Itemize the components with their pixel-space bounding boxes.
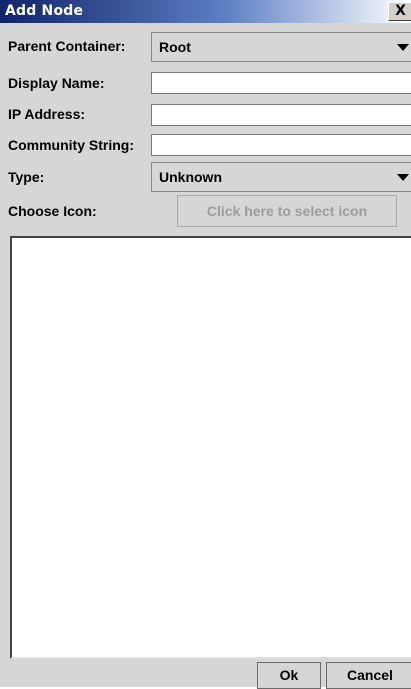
title-bar[interactable]: Add Node X xyxy=(0,0,411,23)
ok-button[interactable]: Ok xyxy=(257,662,321,689)
window-title: Add Node xyxy=(5,3,84,19)
type-value: Unknown xyxy=(159,169,222,185)
chevron-down-icon[interactable] xyxy=(397,174,409,181)
community-string-field[interactable] xyxy=(151,134,411,156)
icon-preview-area xyxy=(10,236,411,659)
select-icon-button[interactable]: Click here to select icon xyxy=(177,195,397,227)
parent-container-label: Parent Container: xyxy=(8,38,126,54)
add-node-dialog: Add Node X Parent Container: Root Displa… xyxy=(0,0,411,689)
cancel-button[interactable]: Cancel xyxy=(326,662,411,689)
ip-address-field[interactable] xyxy=(151,104,411,126)
type-select[interactable]: Unknown xyxy=(151,162,411,192)
close-icon: X xyxy=(395,3,406,19)
ip-address-label: IP Address: xyxy=(8,106,86,122)
display-name-label: Display Name: xyxy=(8,75,105,91)
type-label: Type: xyxy=(8,169,45,185)
parent-container-value: Root xyxy=(159,39,191,55)
parent-container-select[interactable]: Root xyxy=(151,32,411,62)
display-name-field[interactable] xyxy=(151,72,411,94)
chevron-down-icon[interactable] xyxy=(397,44,409,51)
community-string-label: Community String: xyxy=(8,137,134,153)
choose-icon-label: Choose Icon: xyxy=(8,203,97,219)
close-button[interactable]: X xyxy=(388,2,411,21)
